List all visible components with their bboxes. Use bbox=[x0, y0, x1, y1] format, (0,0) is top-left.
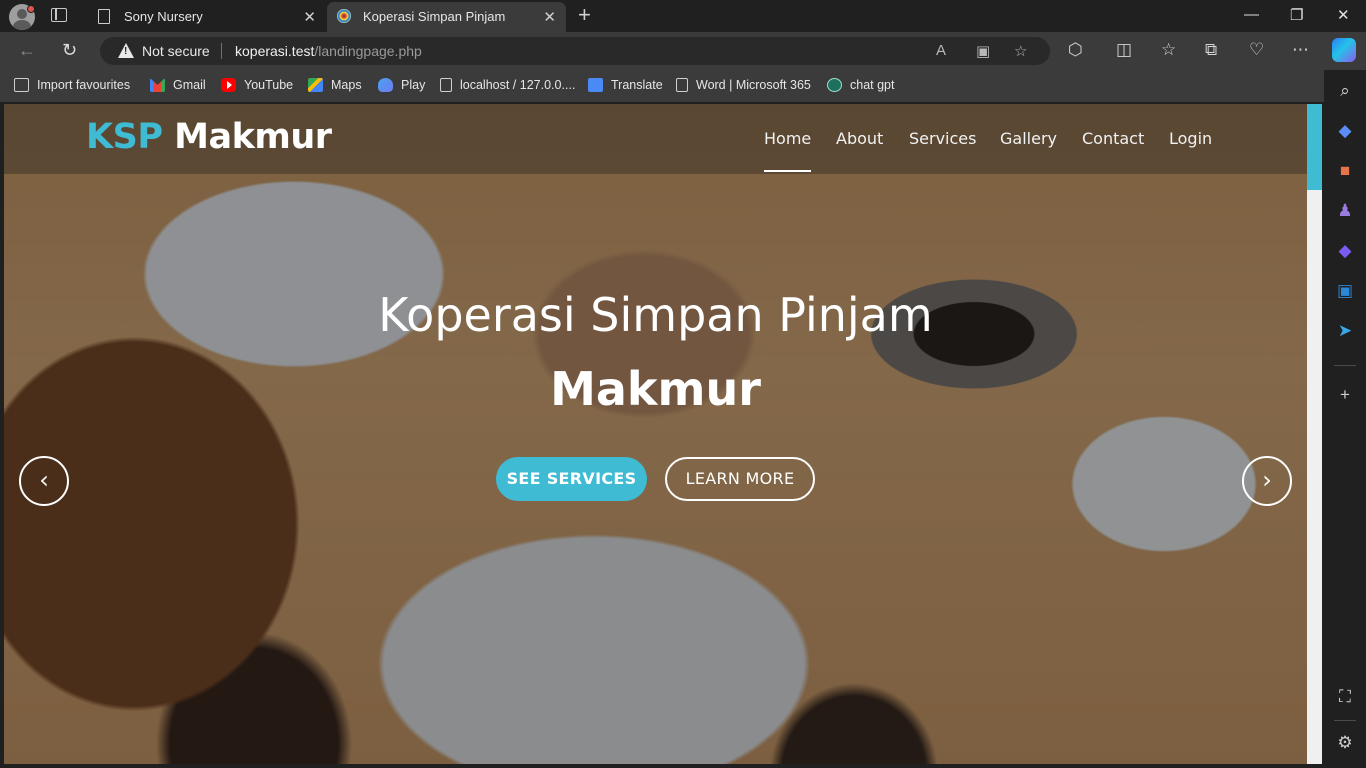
sidebar-divider bbox=[1334, 720, 1356, 721]
maps-icon bbox=[308, 78, 323, 92]
favicon-icon bbox=[337, 9, 351, 23]
fav-localhost[interactable]: localhost / 127.0.0.... bbox=[440, 78, 575, 92]
browser-essentials-icon[interactable]: ♡ bbox=[1249, 40, 1264, 60]
edge-sidebar: ⌕ ◆ ■ ♟ ◆ ▣ ➤ + ⛶ ⚙ bbox=[1324, 70, 1366, 768]
favourites-bar: Import favourites Gmail YouTube Maps Pla… bbox=[0, 70, 1324, 102]
search-icon[interactable]: ⌕ bbox=[1336, 82, 1354, 100]
collections-icon[interactable]: ⧉ bbox=[1205, 40, 1217, 60]
fav-chatgpt[interactable]: chat gpt bbox=[827, 78, 894, 92]
games-icon[interactable]: ♟ bbox=[1336, 202, 1354, 220]
back-button[interactable]: ← bbox=[18, 40, 36, 61]
hero-title: Koperasi Simpan Pinjam bbox=[378, 288, 933, 342]
send-icon[interactable]: ➤ bbox=[1336, 322, 1354, 340]
favorite-star-icon[interactable]: ☆ bbox=[1014, 42, 1027, 60]
tab-koperasi[interactable]: Koperasi Simpan Pinjam ✕ bbox=[327, 2, 566, 32]
settings-gear-icon[interactable]: ⚙ bbox=[1336, 734, 1354, 752]
nav-login[interactable]: Login bbox=[1169, 129, 1212, 148]
site-navbar: KSP Makmur Home About Services Gallery C… bbox=[4, 104, 1307, 174]
play-icon bbox=[378, 78, 393, 92]
page-icon bbox=[98, 9, 110, 24]
youtube-icon bbox=[221, 78, 236, 92]
restore-button[interactable]: ❐ bbox=[1290, 6, 1303, 24]
logo-name: Makmur bbox=[174, 117, 332, 157]
tab-title: Sony Nursery bbox=[124, 9, 203, 24]
warning-icon bbox=[118, 43, 134, 58]
tab-title: Koperasi Simpan Pinjam bbox=[363, 9, 506, 24]
hero-subtitle: Makmur bbox=[550, 362, 761, 416]
carousel-prev-button[interactable]: ‹ bbox=[19, 456, 69, 506]
browser-titlebar: Sony Nursery ✕ Koperasi Simpan Pinjam ✕ … bbox=[0, 0, 1366, 32]
tools-icon[interactable]: ■ bbox=[1336, 162, 1354, 180]
fav-translate[interactable]: Translate bbox=[588, 78, 663, 92]
nav-home[interactable]: Home bbox=[764, 129, 811, 148]
see-services-button[interactable]: SEE SERVICES bbox=[496, 457, 647, 501]
read-aloud-icon[interactable]: A bbox=[936, 42, 946, 59]
fav-import[interactable]: Import favourites bbox=[14, 78, 130, 92]
import-icon bbox=[14, 78, 29, 92]
copilot-sidebar-icon[interactable]: ◆ bbox=[1336, 242, 1354, 260]
logo-ksp: KSP bbox=[86, 117, 163, 157]
security-label[interactable]: Not secure bbox=[142, 43, 210, 59]
minimize-button[interactable]: — bbox=[1244, 6, 1259, 23]
sidebar-divider bbox=[1334, 365, 1356, 366]
fav-play[interactable]: Play bbox=[378, 78, 425, 92]
reload-button[interactable]: ↻ bbox=[62, 40, 77, 61]
site-logo[interactable]: KSP Makmur bbox=[86, 117, 332, 157]
divider bbox=[221, 43, 222, 59]
chatgpt-icon bbox=[827, 78, 842, 92]
translate-icon bbox=[588, 78, 603, 92]
fav-gmail[interactable]: Gmail bbox=[150, 78, 206, 92]
fav-maps[interactable]: Maps bbox=[308, 78, 362, 92]
new-tab-button[interactable]: + bbox=[578, 4, 591, 26]
close-icon[interactable]: ✕ bbox=[303, 8, 316, 26]
learn-more-button[interactable]: LEARN MORE bbox=[665, 457, 815, 501]
screenshot-icon[interactable]: ⛶ bbox=[1336, 688, 1354, 706]
shopping-tag-icon[interactable]: ◆ bbox=[1336, 122, 1354, 140]
page-icon bbox=[440, 78, 452, 92]
hero-overlay bbox=[4, 104, 1307, 764]
chevron-left-icon: ‹ bbox=[39, 466, 49, 494]
page-scrollbar-thumb[interactable] bbox=[1307, 104, 1322, 190]
add-icon[interactable]: + bbox=[1336, 386, 1354, 404]
url-text[interactable]: koperasi.test/landingpage.php bbox=[235, 43, 422, 59]
fav-youtube[interactable]: YouTube bbox=[221, 78, 293, 92]
chevron-right-icon: › bbox=[1262, 466, 1272, 494]
nav-gallery[interactable]: Gallery bbox=[1000, 129, 1057, 148]
copilot-icon[interactable] bbox=[1332, 38, 1356, 62]
gmail-icon bbox=[150, 78, 165, 92]
nav-about[interactable]: About bbox=[836, 129, 883, 148]
close-icon[interactable]: ✕ bbox=[543, 8, 556, 26]
extensions-icon[interactable]: ⬡ bbox=[1068, 40, 1083, 60]
fav-word[interactable]: Word | Microsoft 365 bbox=[676, 78, 811, 92]
more-menu-icon[interactable]: ⋯ bbox=[1292, 40, 1309, 60]
browser-toolbar: ← ↻ Not secure koperasi.test/landingpage… bbox=[0, 32, 1366, 70]
tab-sony-nursery[interactable]: Sony Nursery ✕ bbox=[88, 2, 326, 32]
page-icon bbox=[676, 78, 688, 92]
window-close-button[interactable]: ✕ bbox=[1337, 6, 1350, 24]
address-bar[interactable]: Not secure koperasi.test/landingpage.php… bbox=[100, 37, 1050, 65]
nav-services[interactable]: Services bbox=[909, 129, 976, 148]
page-scrollbar[interactable] bbox=[1307, 104, 1322, 764]
favorites-icon[interactable]: ☆ bbox=[1161, 40, 1176, 60]
nav-active-indicator bbox=[764, 170, 811, 172]
tab-actions-icon[interactable] bbox=[51, 8, 67, 22]
nav-contact[interactable]: Contact bbox=[1082, 129, 1144, 148]
page-viewport: KSP Makmur Home About Services Gallery C… bbox=[4, 104, 1307, 764]
immersive-reader-icon[interactable]: ▣ bbox=[976, 42, 990, 60]
split-screen-icon[interactable]: ◫ bbox=[1116, 40, 1132, 60]
profile-notification-dot bbox=[27, 5, 35, 13]
outlook-icon[interactable]: ▣ bbox=[1336, 282, 1354, 300]
carousel-next-button[interactable]: › bbox=[1242, 456, 1292, 506]
